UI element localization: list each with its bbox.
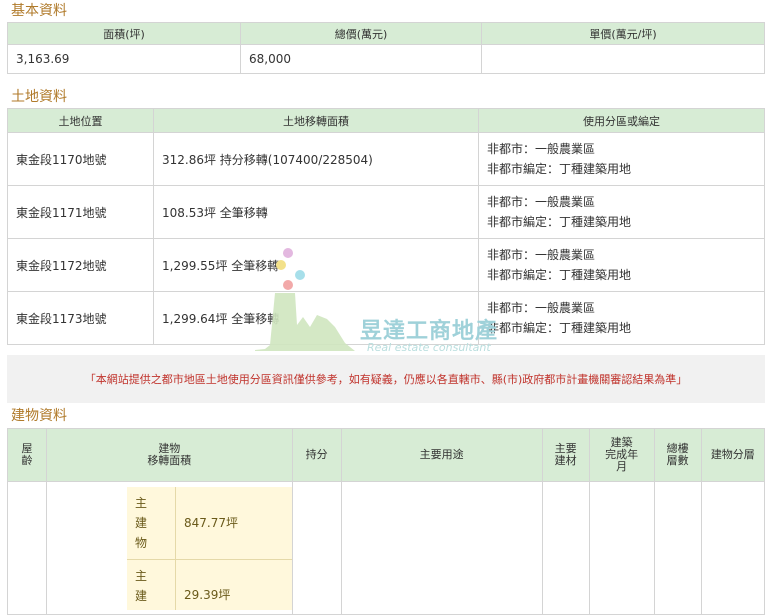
building-area: 29.39坪 [176,559,292,610]
unit-price-header: 單價(萬元/坪) [481,22,765,45]
total-floors-cell [653,481,702,615]
building-type: 主 建 [127,559,176,610]
building-type: 主 建 物 [127,486,176,559]
building-info-table: 屋 齡 建物 移轉面積 持分 主要用途 主要 建材 建築 完成年 月 總樓 層數… [7,428,766,615]
zone-text: 非都市：一般農業區 [487,301,596,315]
material-header: 主要 建材 [541,428,590,482]
zoning-text: 非都市編定：丁種建築用地 [487,321,632,335]
land-zoning: 非都市：一般農業區非都市編定：丁種建築用地 [478,291,765,345]
land-info-table: 土地位置 土地移轉面積 使用分區或編定 東金段1170地號 312.86坪 持分… [7,108,765,345]
main-use-header: 主要用途 [340,428,543,482]
basic-section-title: 基本資料 [11,3,67,19]
share-cell [291,481,342,615]
age-cell [7,481,47,615]
land-zoning: 非都市：一般農業區非都市編定：丁種建築用地 [478,132,765,186]
table-row: 東金段1171地號 108.53坪 全筆移轉 非都市：一般農業區非都市編定：丁種… [7,185,765,239]
zone-text: 非都市：一般農業區 [487,142,596,156]
table-row: 主 建 物 847.77坪 主 建 29.39坪 [7,481,766,615]
table-row: 3,163.69 68,000 [7,44,765,74]
share-header: 持分 [291,428,342,482]
table-row: 東金段1172地號 1,299.55坪 全筆移轉 非都市：一般農業區非都市編定：… [7,238,765,292]
land-area: 1,299.64坪 全筆移轉 [153,291,479,345]
completion-date-header: 建築 完成年 月 [588,428,655,482]
zone-text: 非都市：一般農業區 [487,248,596,262]
land-section-title: 土地資料 [11,89,67,105]
zoning-disclaimer: 「本網站提供之都市地區土地使用分區資訊僅供參考，如有疑義，仍應以各直轄市、縣(市… [7,355,765,403]
unit-price-value [481,44,765,74]
building-area: 847.77坪 [176,486,292,559]
land-location: 東金段1172地號 [7,238,154,292]
completion-date-cell [588,481,655,615]
building-section-title: 建物資料 [11,408,67,424]
table-header-row: 面積(坪) 總價(萬元) 單價(萬元/坪) [7,22,765,45]
total-price-value: 68,000 [240,44,482,74]
total-floors-header: 總樓 層數 [653,428,702,482]
area-subrow: 主 建 物 847.77坪 [127,486,292,559]
area-spacer [46,481,127,615]
area-header: 面積(坪) [7,22,241,45]
land-location: 東金段1171地號 [7,185,154,239]
table-row: 東金段1170地號 312.86坪 持分移轉(107400/228504) 非都… [7,132,765,186]
zoning-text: 非都市編定：丁種建築用地 [487,162,632,176]
land-zoning: 非都市：一般農業區非都市編定：丁種建築用地 [478,238,765,292]
land-location: 東金段1170地號 [7,132,154,186]
floor-detail-header: 建物分層 [700,428,766,482]
zoning-text: 非都市編定：丁種建築用地 [487,215,632,229]
land-location: 東金段1173地號 [7,291,154,345]
main-use-cell [340,481,543,615]
area-subtable-cell: 主 建 物 847.77坪 主 建 29.39坪 [127,481,293,615]
building-age-header: 屋 齡 [7,428,47,482]
table-header-row: 土地位置 土地移轉面積 使用分區或編定 [7,108,765,133]
area-value: 3,163.69 [7,44,241,74]
table-row: 東金段1173地號 1,299.64坪 全筆移轉 非都市：一般農業區非都市編定：… [7,291,765,345]
land-location-header: 土地位置 [7,108,154,133]
zone-text: 非都市：一般農業區 [487,195,596,209]
zoning-text: 非都市編定：丁種建築用地 [487,268,632,282]
land-zoning: 非都市：一般農業區非都市編定：丁種建築用地 [478,185,765,239]
land-area: 108.53坪 全筆移轉 [153,185,479,239]
floor-detail-cell [700,481,766,615]
table-header-row: 屋 齡 建物 移轉面積 持分 主要用途 主要 建材 建築 完成年 月 總樓 層數… [7,428,766,482]
total-price-header: 總價(萬元) [240,22,482,45]
land-zoning-header: 使用分區或編定 [478,108,765,133]
land-area: 1,299.55坪 全筆移轉 [153,238,479,292]
land-area-header: 土地移轉面積 [153,108,479,133]
basic-info-table: 面積(坪) 總價(萬元) 單價(萬元/坪) 3,163.69 68,000 [7,22,765,74]
building-area-header: 建物 移轉面積 [46,428,293,482]
land-area: 312.86坪 持分移轉(107400/228504) [153,132,479,186]
material-cell [541,481,590,615]
